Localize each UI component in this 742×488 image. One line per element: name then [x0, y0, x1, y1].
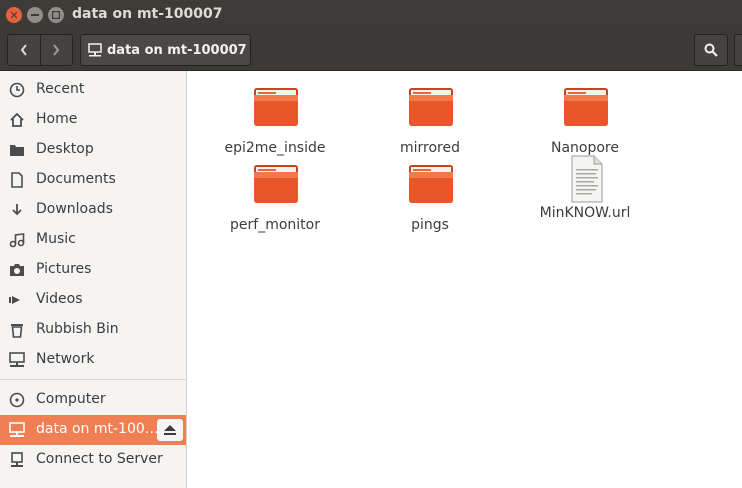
network-share-icon: [88, 43, 102, 57]
file-item-folder[interactable]: epi2me_inside: [205, 83, 345, 157]
camera-icon: [8, 262, 26, 278]
eject-button[interactable]: [157, 419, 183, 441]
folder-icon: [409, 88, 453, 126]
chevron-left-icon: [20, 44, 27, 56]
close-icon: ✕: [9, 8, 19, 22]
sidebar-item-pictures[interactable]: Pictures: [0, 255, 186, 285]
sidebar-item-connect-to-server[interactable]: Connect to Server: [0, 445, 186, 475]
sidebar-item-home[interactable]: Home: [0, 105, 186, 135]
document-icon: [8, 172, 26, 188]
download-icon: [8, 202, 26, 218]
file-name: perf_monitor: [230, 217, 320, 233]
sidebar-item-music[interactable]: Music: [0, 225, 186, 255]
maximize-icon: [52, 11, 60, 19]
file-name: mirrored: [400, 140, 460, 156]
desktop-folder-icon: [8, 142, 26, 158]
folder-icon: [254, 88, 298, 126]
back-button[interactable]: [8, 35, 41, 65]
sidebar-item-label: Home: [36, 111, 78, 127]
sidebar-item-data-share[interactable]: data on mt-100…: [0, 415, 186, 445]
title-bar: ✕ data on mt-100007: [0, 0, 742, 30]
sidebar-item-label: Recent: [36, 81, 85, 97]
server-icon: [8, 452, 26, 468]
search-icon: [704, 43, 718, 57]
sidebar-item-label: Network: [36, 351, 95, 367]
path-bar-button[interactable]: data on mt-100007: [80, 34, 251, 66]
file-item-folder[interactable]: Nanopore: [515, 83, 655, 157]
chevron-right-icon: [53, 44, 60, 56]
file-view: epi2me_inside mirrored Nanopore perf_mon…: [187, 71, 742, 488]
sidebar-item-videos[interactable]: Videos: [0, 285, 186, 315]
sidebar-item-computer[interactable]: Computer: [0, 385, 186, 415]
video-icon: [8, 292, 26, 308]
file-item-text-file[interactable]: MinKNOW.url: [515, 155, 655, 229]
sidebar-item-label: Music: [36, 231, 76, 247]
eject-icon: [164, 425, 176, 435]
folder-icon: [409, 165, 453, 203]
sidebar-item-desktop[interactable]: Desktop: [0, 135, 186, 165]
drive-icon: [8, 392, 26, 408]
file-item-folder[interactable]: mirrored: [360, 83, 500, 157]
clock-icon: [8, 82, 26, 98]
music-icon: [8, 232, 26, 248]
home-icon: [8, 112, 26, 128]
file-item-folder[interactable]: pings: [360, 160, 500, 234]
text-file-icon: [571, 155, 603, 203]
menu-button[interactable]: [734, 34, 742, 66]
folder-icon: [564, 88, 608, 126]
trash-icon: [8, 322, 26, 338]
file-name: pings: [411, 217, 449, 233]
sidebar-item-label: Videos: [36, 291, 83, 307]
file-item-folder[interactable]: perf_monitor: [205, 160, 345, 234]
navigation-buttons: [7, 34, 73, 66]
network-share-icon: [8, 422, 26, 438]
sidebar-item-label: Connect to Server: [36, 451, 163, 467]
path-bar-label: data on mt-100007: [107, 42, 247, 58]
sidebar-item-documents[interactable]: Documents: [0, 165, 186, 195]
file-name: MinKNOW.url: [539, 205, 631, 221]
header-bar: data on mt-100007: [0, 30, 742, 71]
search-button[interactable]: [694, 34, 728, 66]
sidebar-item-label: Computer: [36, 391, 106, 407]
folder-icon: [254, 165, 298, 203]
sidebar-item-label: Desktop: [36, 141, 94, 157]
sidebar-item-label: Documents: [36, 171, 116, 187]
window-title: data on mt-100007: [72, 6, 223, 22]
minimize-icon: [31, 14, 39, 16]
sidebar-item-rubbish-bin[interactable]: Rubbish Bin: [0, 315, 186, 345]
sidebar-item-recent[interactable]: Recent: [0, 75, 186, 105]
sidebar-item-label: Pictures: [36, 261, 92, 277]
file-name: epi2me_inside: [224, 140, 326, 156]
minimize-window-button[interactable]: [27, 7, 43, 23]
sidebar-item-network[interactable]: Network: [0, 345, 186, 375]
file-manager-window: ✕ data on mt-100007 data on mt-100007 Re…: [0, 0, 742, 488]
sidebar-item-label: Downloads: [36, 201, 113, 217]
close-window-button[interactable]: ✕: [6, 7, 22, 23]
sidebar-divider: [0, 379, 186, 380]
network-icon: [8, 352, 26, 368]
file-name: Nanopore: [550, 140, 619, 156]
sidebar-item-label: Rubbish Bin: [36, 321, 119, 337]
sidebar-item-label: data on mt-100…: [36, 421, 159, 437]
sidebar-item-downloads[interactable]: Downloads: [0, 195, 186, 225]
forward-button[interactable]: [41, 35, 73, 65]
sidebar: Recent Home Desktop Documents Downloads: [0, 71, 187, 488]
maximize-window-button[interactable]: [48, 7, 64, 23]
